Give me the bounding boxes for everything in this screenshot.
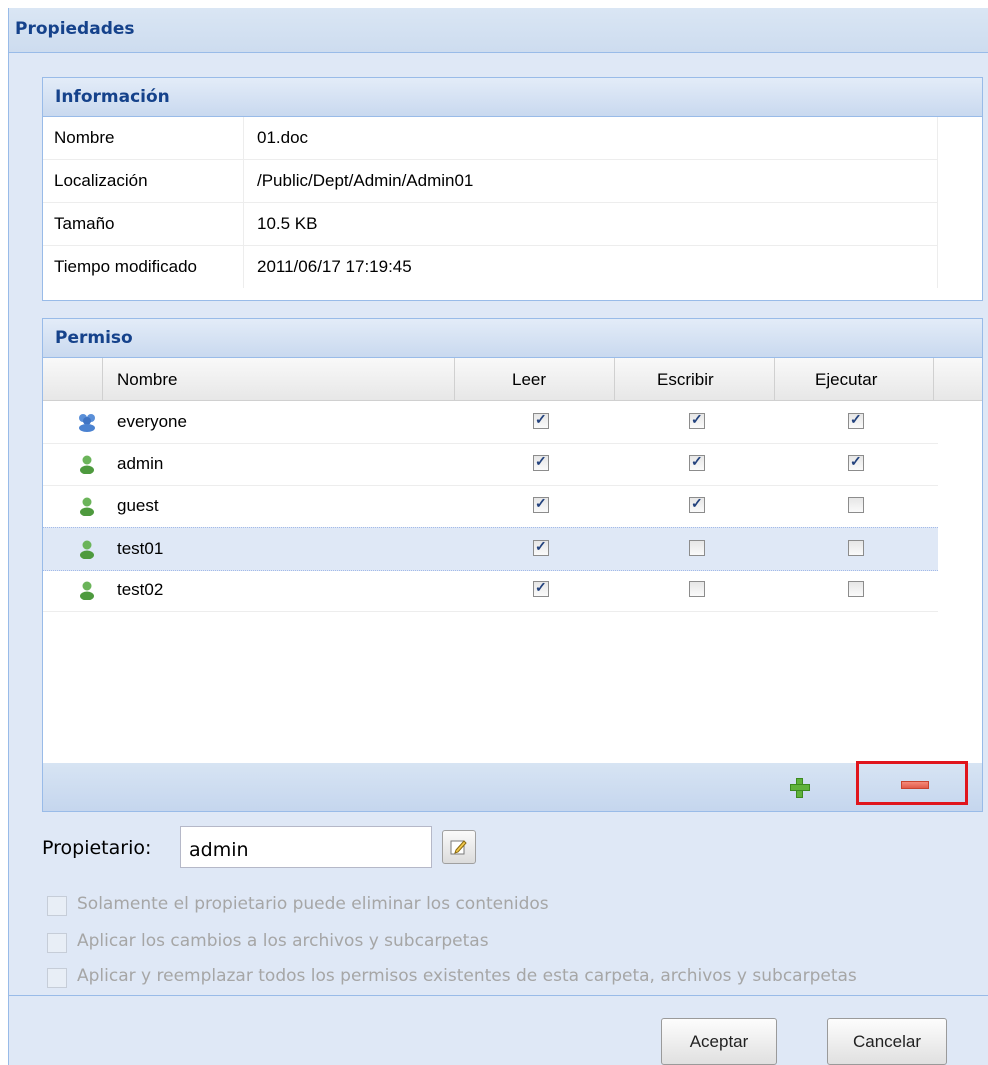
properties-dialog: Propiedades Información Nombre 01.doc Lo…: [8, 8, 988, 1065]
read-checkbox[interactable]: [533, 538, 549, 556]
info-value: /Public/Dept/Admin/Admin01: [257, 171, 474, 190]
column-header-name[interactable]: Nombre: [103, 358, 455, 400]
column-header-read[interactable]: Leer: [455, 358, 615, 400]
permission-panel-title: Permiso: [55, 328, 133, 348]
user-icon: [80, 581, 94, 600]
execute-checkbox[interactable]: [848, 581, 864, 597]
dialog-title: Propiedades: [15, 19, 135, 39]
pencil-edit-icon: [450, 840, 467, 855]
info-value: 2011/06/17 17:19:45: [257, 257, 412, 276]
plus-icon[interactable]: [789, 777, 810, 798]
permission-user-name: guest: [117, 496, 159, 515]
info-key: Tamaño: [54, 214, 115, 233]
permission-user-name: everyone: [117, 412, 187, 431]
info-value: 01.doc: [257, 128, 309, 147]
permission-row[interactable]: guest: [43, 485, 938, 528]
permission-row[interactable]: admin: [43, 443, 938, 486]
execute-checkbox[interactable]: [848, 540, 864, 556]
option-checkbox[interactable]: [47, 933, 67, 953]
column-header-write[interactable]: Escribir: [615, 358, 775, 400]
write-checkbox[interactable]: [689, 453, 705, 471]
owner-input[interactable]: admin: [180, 826, 432, 868]
permission-toolbar: [42, 761, 983, 812]
info-panel-header: Información: [43, 78, 982, 117]
user-icon: [80, 497, 94, 516]
user-icon: [80, 455, 94, 474]
permission-panel-header: Permiso: [43, 319, 982, 358]
permission-panel: Permiso Nombre Leer Escribir Ejecutar ev…: [42, 318, 983, 765]
option-checkbox[interactable]: [47, 896, 67, 916]
info-row-modified: Tiempo modificado 2011/06/17 17:19:45: [43, 246, 938, 288]
info-panel-title: Información: [55, 87, 170, 107]
group-icon: [79, 414, 95, 432]
cancel-button[interactable]: Cancelar: [827, 1018, 947, 1065]
remove-permission-button[interactable]: [856, 761, 968, 805]
info-row-location: Localización /Public/Dept/Admin/Admin01: [43, 160, 938, 203]
permission-row[interactable]: test01: [43, 527, 938, 571]
read-checkbox[interactable]: [533, 453, 549, 471]
read-checkbox[interactable]: [533, 579, 549, 597]
permission-row[interactable]: test02: [43, 569, 938, 612]
write-checkbox[interactable]: [689, 581, 705, 597]
permission-user-name: test02: [117, 580, 164, 599]
info-key: Nombre: [54, 128, 115, 147]
info-key: Localización: [54, 171, 148, 190]
permission-row[interactable]: everyone: [43, 401, 938, 444]
minus-icon: [901, 781, 929, 789]
edit-owner-button[interactable]: [442, 830, 476, 864]
write-checkbox[interactable]: [689, 495, 705, 513]
info-value: 10.5 KB: [257, 214, 318, 233]
execute-checkbox[interactable]: [848, 497, 864, 513]
write-checkbox[interactable]: [689, 411, 705, 429]
read-checkbox[interactable]: [533, 495, 549, 513]
execute-checkbox[interactable]: [848, 411, 864, 429]
read-checkbox[interactable]: [533, 411, 549, 429]
option-checkbox[interactable]: [47, 968, 67, 988]
dialog-title-bar: Propiedades: [9, 8, 988, 53]
permission-user-name: admin: [117, 454, 164, 473]
info-panel: Información Nombre 01.doc Localización /…: [42, 77, 983, 301]
owner-label: Propietario:: [42, 837, 152, 859]
permission-grid-header: Nombre Leer Escribir Ejecutar: [43, 358, 982, 401]
info-row-name: Nombre 01.doc: [43, 117, 938, 160]
info-row-size: Tamaño 10.5 KB: [43, 203, 938, 246]
execute-checkbox[interactable]: [848, 453, 864, 471]
column-header-execute[interactable]: Ejecutar: [775, 358, 934, 400]
ok-button[interactable]: Aceptar: [661, 1018, 777, 1065]
info-key: Tiempo modificado: [54, 257, 197, 276]
user-icon: [80, 540, 94, 559]
write-checkbox[interactable]: [689, 540, 705, 556]
permission-user-name: test01: [117, 539, 164, 558]
footer-divider: [9, 995, 988, 996]
header-icon-column: [43, 358, 103, 400]
